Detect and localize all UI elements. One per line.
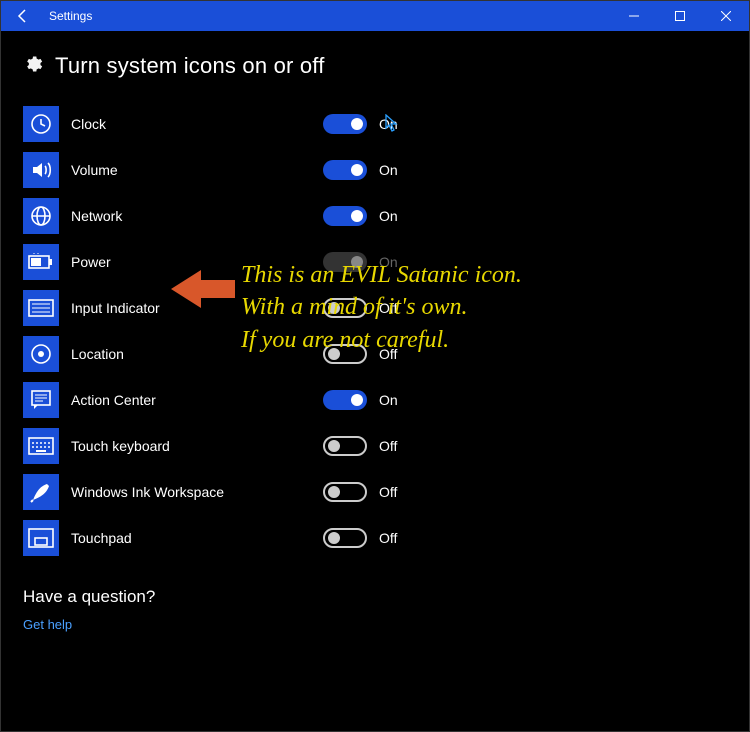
setting-label: Input Indicator [71,300,323,316]
setting-label: Action Center [71,392,323,408]
setting-row-location: Location Off [23,331,727,377]
setting-label: Volume [71,162,323,178]
toggle-input-indicator[interactable] [323,298,367,318]
setting-label: Network [71,208,323,224]
clock-icon [23,106,59,142]
back-button[interactable] [1,1,45,31]
setting-row-power: Power On [23,239,727,285]
setting-row-touchpad: Touchpad Off [23,515,727,561]
setting-label: Windows Ink Workspace [71,484,323,500]
toggle-state-label: On [379,162,398,178]
network-icon [23,198,59,234]
setting-label: Touch keyboard [71,438,323,454]
toggle-state-label: On [379,208,398,224]
close-button[interactable] [703,1,749,31]
toggle-state-label: On [379,116,398,132]
setting-label: Touchpad [71,530,323,546]
setting-label: Power [71,254,323,270]
setting-row-network: Network On [23,193,727,239]
setting-label: Location [71,346,323,362]
setting-row-touch-keyboard: Touch keyboard Off [23,423,727,469]
maximize-button[interactable] [657,1,703,31]
ink-icon [23,474,59,510]
toggle-clock[interactable] [323,114,367,134]
page-header: Turn system icons on or off [23,53,727,79]
get-help-link[interactable]: Get help [23,617,72,632]
toggle-action-center[interactable] [323,390,367,410]
toggle-state-label: Off [379,530,397,546]
setting-row-input-indicator: Input Indicator Off [23,285,727,331]
volume-icon [23,152,59,188]
titlebar: Settings [1,1,749,31]
toggle-volume[interactable] [323,160,367,180]
toggle-state-label: On [379,392,398,408]
toggle-ink[interactable] [323,482,367,502]
setting-row-ink: Windows Ink Workspace Off [23,469,727,515]
setting-row-volume: Volume On [23,147,727,193]
minimize-icon [629,11,639,21]
toggle-state-label: Off [379,484,397,500]
help-heading: Have a question? [23,587,727,607]
minimize-button[interactable] [611,1,657,31]
power-icon [23,244,59,280]
input-indicator-icon [23,290,59,326]
toggle-state-label: Off [379,438,397,454]
touchpad-icon [23,520,59,556]
settings-list: Clock On Volume On Network On Power On Input Ind… [23,101,727,561]
toggle-state-label: On [379,254,398,270]
toggle-touch-keyboard[interactable] [323,436,367,456]
toggle-power [323,252,367,272]
window-title: Settings [45,9,92,23]
toggle-state-label: Off [379,346,397,362]
setting-label: Clock [71,116,323,132]
toggle-location[interactable] [323,344,367,364]
setting-row-clock: Clock On [23,101,727,147]
location-icon [23,336,59,372]
toggle-network[interactable] [323,206,367,226]
touch-keyboard-icon [23,428,59,464]
back-arrow-icon [15,8,31,24]
gear-icon [23,54,43,79]
setting-row-action-center: Action Center On [23,377,727,423]
action-center-icon [23,382,59,418]
maximize-icon [675,11,685,21]
toggle-state-label: Off [379,300,397,316]
toggle-touchpad[interactable] [323,528,367,548]
page-title: Turn system icons on or off [55,53,325,79]
close-icon [721,11,731,21]
